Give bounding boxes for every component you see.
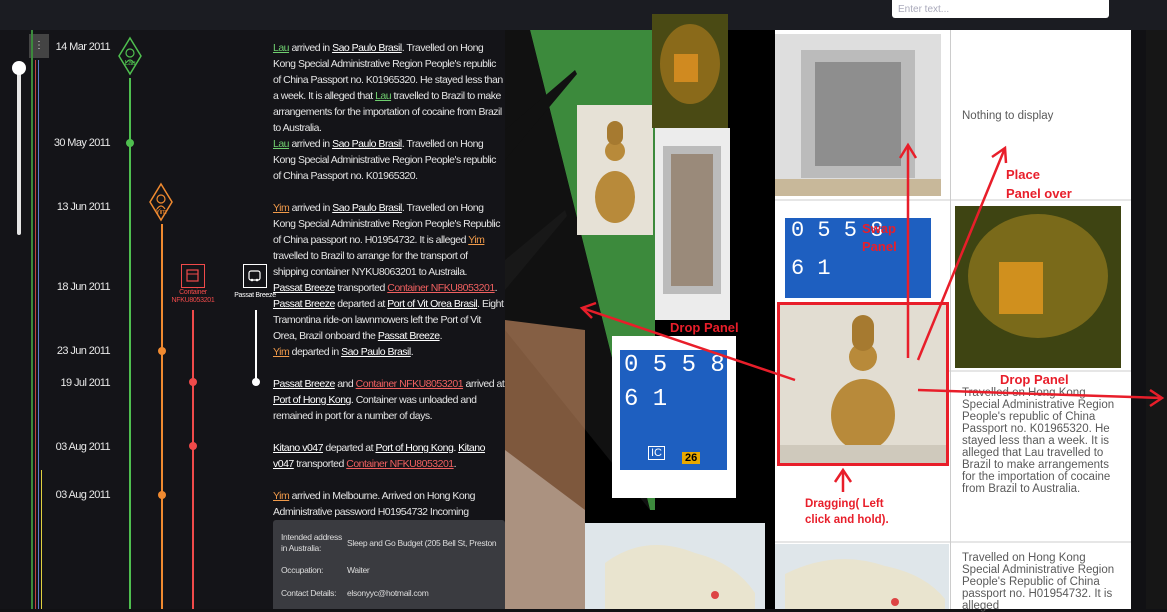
container-tag-26: 26 xyxy=(682,452,701,464)
date-label: 30 May 2011 xyxy=(53,137,111,149)
mini-lane xyxy=(41,470,42,609)
mini-lane xyxy=(31,30,33,609)
contact-label: Contact Details: xyxy=(281,588,337,598)
dragging-annotation: Dragging( Left click and hold). xyxy=(805,498,889,526)
event-text: Yim departed in Sao Paulo Brasil. xyxy=(273,346,414,358)
passenger-card: Intended address in Australia: Sleep and… xyxy=(273,520,505,609)
container-tag-ic: IC xyxy=(648,446,665,460)
lau-label: Lau xyxy=(124,60,136,67)
cabinet-panel-image[interactable] xyxy=(775,34,941,196)
container-entity-icon[interactable] xyxy=(181,264,205,288)
statue-panel-image[interactable] xyxy=(777,302,949,466)
event-text: Lau arrived in Sao Paulo Brasil. Travell… xyxy=(273,42,503,134)
container-number-row-2: 6 1 xyxy=(791,256,831,281)
passat-entity-icon[interactable] xyxy=(243,264,267,288)
xray-panel-image[interactable] xyxy=(955,206,1121,368)
contact-value: elsonyyc@hotmail.com xyxy=(347,588,429,598)
passat-label: Passat Breeze xyxy=(234,292,276,299)
right-edge xyxy=(1146,30,1167,609)
yim-label: Yim xyxy=(155,209,167,216)
event-dot[interactable] xyxy=(158,347,166,355)
container-panel-image[interactable]: 0 5 5 8 6 1 xyxy=(785,218,931,298)
drop-panel-annotation-left: Drop Panel xyxy=(670,320,739,335)
container-number-row-2: 6 1 xyxy=(624,386,668,413)
occupation-value: Waiter xyxy=(347,565,370,575)
x-ray-thumbnail[interactable] xyxy=(652,14,728,128)
event-dot[interactable] xyxy=(252,378,260,386)
statue-thumbnail[interactable] xyxy=(577,105,653,235)
zoom-slider-handle[interactable] xyxy=(12,61,26,75)
event-text: Yim arrived in Sao Paulo Brasil. Travell… xyxy=(273,202,500,278)
container-thumbnail[interactable]: 0 5 5 8 6 1 IC 26 xyxy=(612,336,736,498)
date-label: 13 Jun 2011 xyxy=(56,201,111,213)
zoom-slider-track[interactable] xyxy=(17,70,21,235)
map-panel-image[interactable] xyxy=(775,544,949,609)
lau-lane xyxy=(129,78,131,609)
date-label: 18 Jun 2011 xyxy=(56,281,111,293)
date-label: 14 Mar 2011 xyxy=(55,41,111,53)
lau-description-text: Travelled on Hong Kong Special Administr… xyxy=(962,387,1115,495)
search-input[interactable] xyxy=(892,0,1109,18)
yim-entity-icon[interactable] xyxy=(148,182,174,229)
container-lane xyxy=(192,310,194,609)
occupation-label: Occupation: xyxy=(281,565,324,575)
event-dot[interactable] xyxy=(158,491,166,499)
date-label: 19 Jul 2011 xyxy=(60,377,111,389)
address-label: Intended address in Australia: xyxy=(281,532,342,553)
mini-lane xyxy=(35,60,36,609)
container-label: Container NFKU8053201 xyxy=(171,289,215,304)
timeline-panel: ⋮ 14 Mar 2011 30 May 2011 13 Jun 2011 18… xyxy=(0,30,520,609)
event-text: Kitano v047 departed at Port of Hong Kon… xyxy=(273,442,485,470)
cabinet-thumbnail[interactable] xyxy=(655,128,730,320)
yim-lane xyxy=(161,224,163,609)
event-dot[interactable] xyxy=(189,378,197,386)
place-panel-over-annotation: Place Panel over xyxy=(1006,167,1072,201)
event-dot[interactable] xyxy=(126,139,134,147)
address-value: Sleep and Go Budget (205 Bell St, Presto… xyxy=(347,538,497,548)
empty-panel-text: Nothing to display xyxy=(962,110,1054,122)
container-number-row-1: 0 5 5 8 xyxy=(624,352,725,379)
drop-panel-annotation-right: Drop Panel xyxy=(1000,372,1069,387)
mini-lane xyxy=(38,60,39,609)
date-label: 23 Jun 2011 xyxy=(56,345,111,357)
event-text: Lau arrived in Sao Paulo Brasil. Travell… xyxy=(273,138,496,182)
event-text: Passat Breeze transported Container NFKU… xyxy=(273,282,504,342)
swap-panel-annotation: Swap Panel xyxy=(862,221,897,254)
date-label: 03 Aug 2011 xyxy=(55,489,111,501)
event-text: Passat Breeze and Container NFKU8053201 … xyxy=(273,378,505,422)
map-thumbnail[interactable] xyxy=(585,523,765,609)
passat-lane xyxy=(255,310,257,382)
event-dot[interactable] xyxy=(189,442,197,450)
yim-description-text: Travelled on Hong Kong Special Administr… xyxy=(962,552,1115,612)
date-label: 03 Aug 2011 xyxy=(55,441,111,453)
